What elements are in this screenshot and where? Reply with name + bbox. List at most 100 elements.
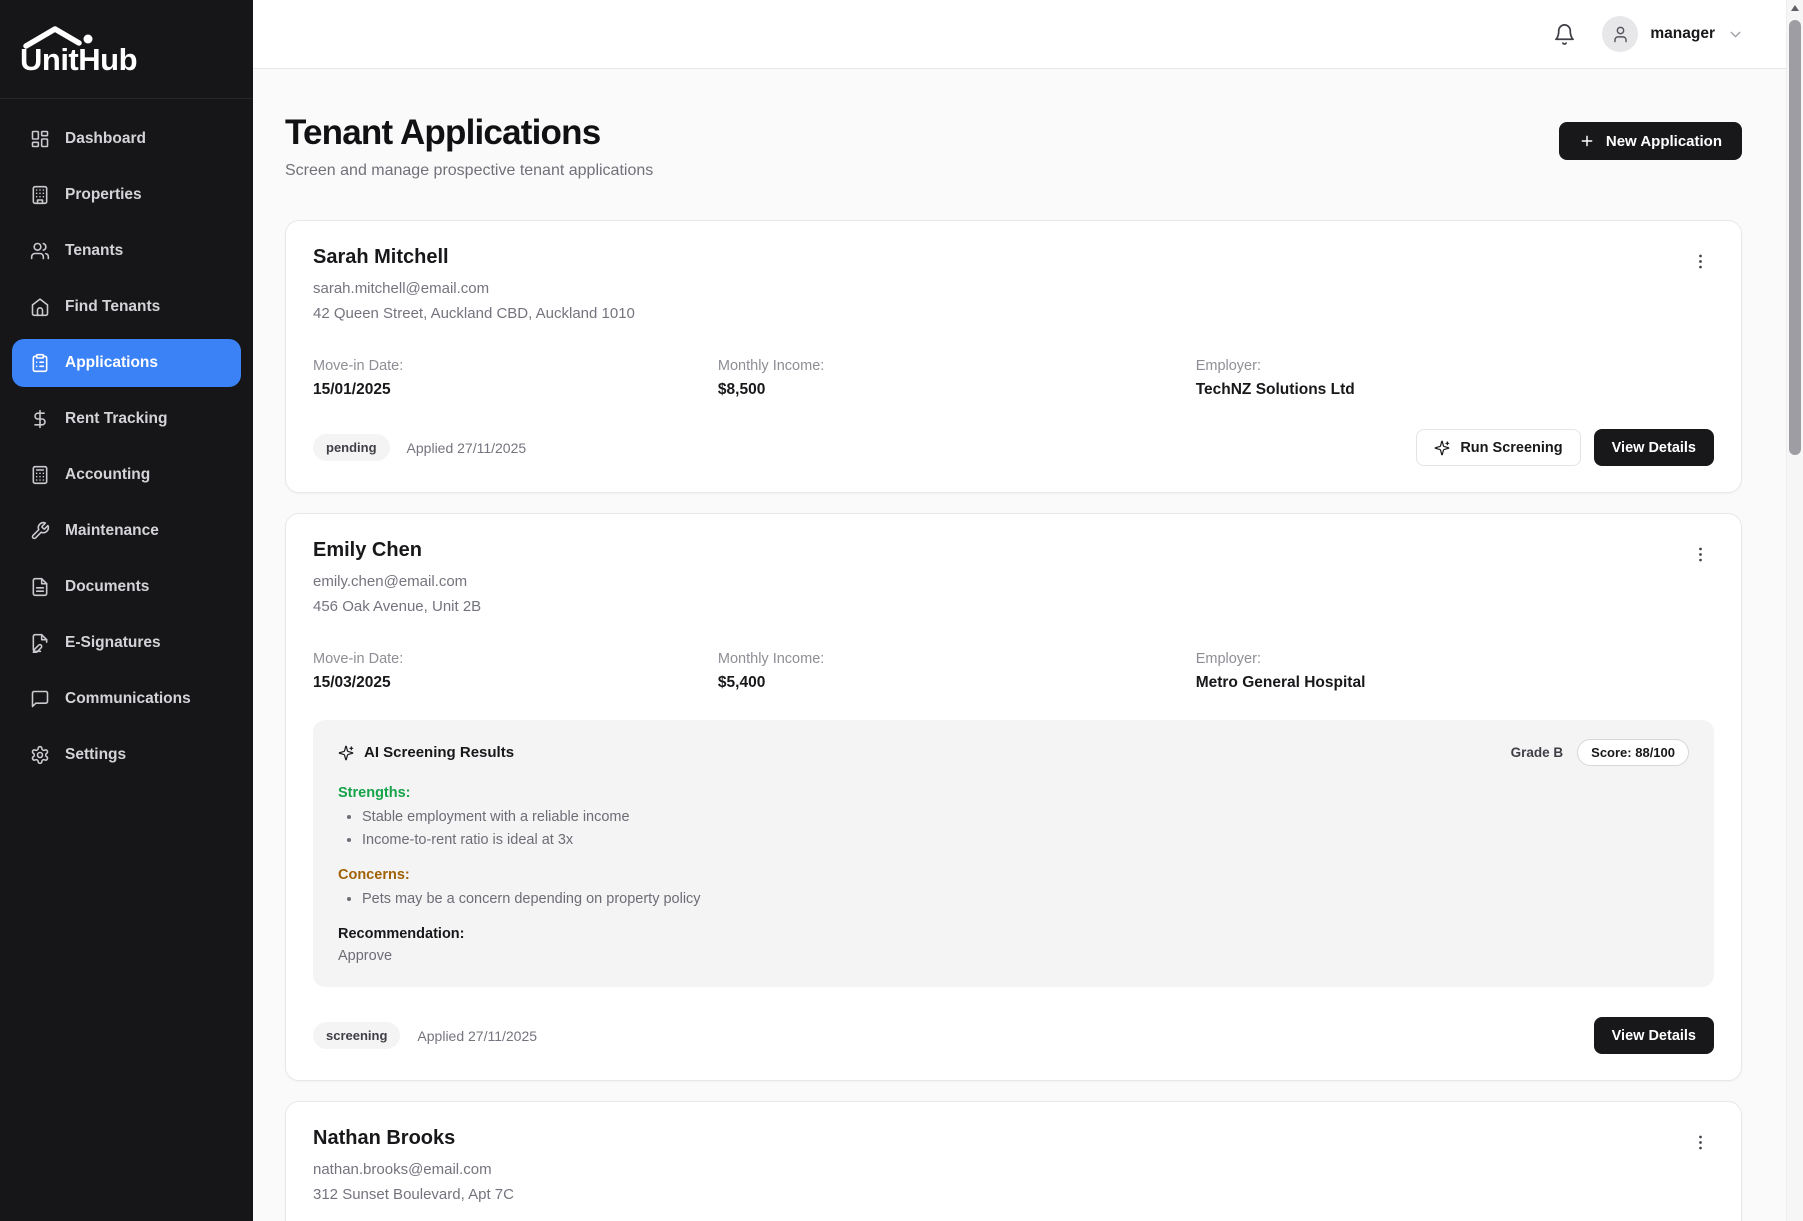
sparkles-icon <box>1434 440 1450 456</box>
file-text-icon <box>30 577 50 597</box>
sidebar-item-label: Applications <box>65 354 158 372</box>
status-badge: screening <box>313 1022 400 1049</box>
topbar: manager <box>253 0 1786 69</box>
concerns-label: Concerns: <box>338 867 1689 883</box>
sidebar-item-label: Tenants <box>65 242 123 260</box>
sidebar-item-label: Communications <box>65 690 191 708</box>
brand-name: UnitHub <box>20 42 233 78</box>
gear-icon <box>30 745 50 765</box>
applicant-name: Nathan Brooks <box>313 1127 514 1150</box>
applicant-name: Emily Chen <box>313 539 481 562</box>
application-card: Nathan Brooks nathan.brooks@email.com 31… <box>285 1101 1742 1221</box>
sidebar-item-dashboard[interactable]: Dashboard <box>12 115 241 163</box>
sidebar-item-accounting[interactable]: Accounting <box>12 451 241 499</box>
kebab-icon <box>1691 252 1710 271</box>
sidebar-item-documents[interactable]: Documents <box>12 563 241 611</box>
ai-screening-results: AI Screening Results Grade B Score: 88/1… <box>313 720 1714 987</box>
score-badge: Score: 88/100 <box>1577 739 1689 766</box>
sidebar-item-settings[interactable]: Settings <box>12 731 241 779</box>
application-card: Sarah Mitchell sarah.mitchell@email.com … <box>285 220 1742 493</box>
recommendation-value: Approve <box>338 948 1689 964</box>
sidebar-item-label: Documents <box>65 578 149 596</box>
employer-value: Metro General Hospital <box>1196 674 1714 692</box>
income-value: $8,500 <box>718 381 1196 399</box>
sidebar-item-applications[interactable]: Applications <box>12 339 241 387</box>
clipboard-icon <box>30 353 50 373</box>
sidebar-item-maintenance[interactable]: Maintenance <box>12 507 241 555</box>
kebab-icon <box>1691 1133 1710 1152</box>
card-menu-button[interactable] <box>1687 248 1714 275</box>
sidebar-item-find-tenants[interactable]: Find Tenants <box>12 283 241 331</box>
view-details-button[interactable]: View Details <box>1594 429 1714 466</box>
employer-label: Employer: <box>1196 358 1714 374</box>
username: manager <box>1650 25 1715 43</box>
plus-icon <box>1579 133 1595 149</box>
strengths-label: Strengths: <box>338 785 1689 801</box>
new-application-button[interactable]: New Application <box>1559 122 1742 160</box>
users-icon <box>30 241 50 261</box>
sidebar-item-properties[interactable]: Properties <box>12 171 241 219</box>
income-label: Monthly Income: <box>718 358 1196 374</box>
applicant-address: 312 Sunset Boulevard, Apt 7C <box>313 1186 514 1203</box>
strength-item: Stable employment with a reliable income <box>362 809 1689 825</box>
strengths-list: Stable employment with a reliable income… <box>338 809 1689 848</box>
chevron-down-icon <box>1727 26 1744 43</box>
employer-value: TechNZ Solutions Ltd <box>1196 381 1714 399</box>
card-menu-button[interactable] <box>1687 541 1714 568</box>
sidebar-item-tenants[interactable]: Tenants <box>12 227 241 275</box>
notifications-button[interactable] <box>1553 23 1576 46</box>
concerns-list: Pets may be a concern depending on prope… <box>338 891 1689 907</box>
page-header: Tenant Applications Screen and manage pr… <box>285 113 1742 180</box>
move-in-value: 15/01/2025 <box>313 381 718 399</box>
applicant-email: sarah.mitchell@email.com <box>313 280 635 297</box>
building-icon <box>30 185 50 205</box>
sidebar-item-esignatures[interactable]: E-Signatures <box>12 619 241 667</box>
applicant-email: nathan.brooks@email.com <box>313 1161 514 1178</box>
sidebar-item-rent-tracking[interactable]: Rent Tracking <box>12 395 241 443</box>
scroll-up-arrow[interactable] <box>1791 5 1799 11</box>
home-icon <box>30 297 50 317</box>
dollar-icon <box>30 409 50 429</box>
applicant-name: Sarah Mitchell <box>313 246 635 269</box>
user-menu[interactable]: manager <box>1602 16 1744 52</box>
strength-item: Income-to-rent ratio is ideal at 3x <box>362 832 1689 848</box>
sidebar-item-communications[interactable]: Communications <box>12 675 241 723</box>
user-icon <box>1611 25 1630 44</box>
main-content: Tenant Applications Screen and manage pr… <box>253 69 1786 1221</box>
bell-icon <box>1553 23 1576 46</box>
avatar <box>1602 16 1638 52</box>
run-screening-button[interactable]: Run Screening <box>1416 429 1580 466</box>
concern-item: Pets may be a concern depending on prope… <box>362 891 1689 907</box>
brand-logo: UnitHub <box>0 0 253 99</box>
ai-screening-title: AI Screening Results <box>364 744 514 761</box>
sidebar-item-label: Maintenance <box>65 522 159 540</box>
applicant-email: emily.chen@email.com <box>313 573 481 590</box>
applicant-address: 456 Oak Avenue, Unit 2B <box>313 598 481 615</box>
income-label: Monthly Income: <box>718 651 1196 667</box>
applicant-address: 42 Queen Street, Auckland CBD, Auckland … <box>313 305 635 322</box>
sidebar-item-label: E-Signatures <box>65 634 161 652</box>
application-card: Emily Chen emily.chen@email.com 456 Oak … <box>285 513 1742 1081</box>
vertical-scrollbar[interactable] <box>1786 0 1803 1221</box>
grade-label: Grade B <box>1511 745 1564 760</box>
sidebar-item-label: Accounting <box>65 466 150 484</box>
sidebar-item-label: Settings <box>65 746 126 764</box>
scrollbar-thumb[interactable] <box>1789 20 1801 455</box>
page-title: Tenant Applications <box>285 113 653 153</box>
recommendation-label: Recommendation: <box>338 926 1689 942</box>
sparkles-icon <box>338 745 354 761</box>
move-in-label: Move-in Date: <box>313 358 718 374</box>
card-menu-button[interactable] <box>1687 1129 1714 1156</box>
employer-label: Employer: <box>1196 651 1714 667</box>
application-details: Move-in Date: 15/01/2025 Monthly Income:… <box>313 358 1714 399</box>
applied-date: Applied 27/11/2025 <box>417 1028 537 1044</box>
sidebar-item-label: Rent Tracking <box>65 410 168 428</box>
layout-dashboard-icon <box>30 129 50 149</box>
income-value: $5,400 <box>718 674 1196 692</box>
view-details-button[interactable]: View Details <box>1594 1017 1714 1054</box>
sidebar-item-label: Dashboard <box>65 130 146 148</box>
application-details: Move-in Date: 15/03/2025 Monthly Income:… <box>313 651 1714 692</box>
move-in-value: 15/03/2025 <box>313 674 718 692</box>
sidebar-nav: Dashboard Properties Tenants Find Tenant… <box>0 99 253 803</box>
sidebar: UnitHub Dashboard Properties Tenants Fin… <box>0 0 253 1221</box>
